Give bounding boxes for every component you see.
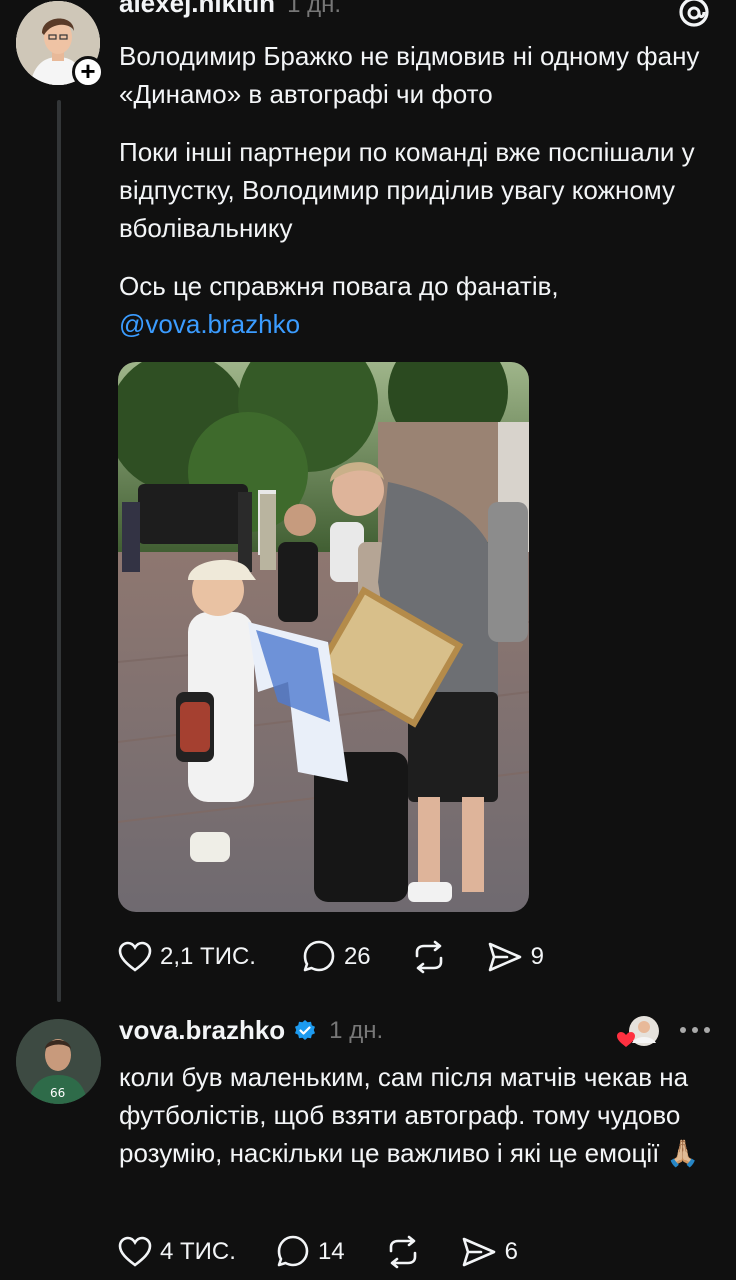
- thread-line: [57, 100, 61, 1002]
- post-body: Володимир Бражко не відмовив ні одному ф…: [119, 37, 719, 343]
- reply-username[interactable]: vova.brazhko: [119, 1015, 285, 1046]
- heart-icon: [118, 1236, 152, 1267]
- reply-repost-button[interactable]: [385, 1235, 421, 1269]
- threads-icon[interactable]: [676, 0, 712, 35]
- more-options-icon[interactable]: [678, 1018, 712, 1047]
- reply-actions: 4 ТИС. 14 6: [118, 1235, 558, 1269]
- comment-bubble-icon: [303, 940, 335, 972]
- reply-share-count: 6: [504, 1238, 518, 1265]
- reply-share-button[interactable]: 6: [461, 1236, 518, 1268]
- follow-plus-button[interactable]: +: [72, 56, 104, 88]
- like-count: 2,1 ТИС.: [160, 943, 256, 970]
- liked-by-author-indicator: [614, 1013, 662, 1051]
- reply-comment-button[interactable]: 14: [276, 1235, 345, 1269]
- send-icon: [462, 1237, 495, 1267]
- reply-text: коли був маленьким, сам після матчів чек…: [119, 1062, 689, 1168]
- reply-time: 1 дн.: [329, 1016, 384, 1044]
- verified-badge-icon: [295, 1019, 316, 1040]
- heart-icon: [118, 941, 152, 972]
- like-button[interactable]: 2,1 ТИС.: [118, 941, 256, 973]
- reply-like-count: 4 ТИС.: [160, 1238, 236, 1265]
- comment-count: 26: [343, 943, 371, 970]
- repost-icon: [415, 940, 442, 974]
- mention-link[interactable]: @vova.brazhko: [119, 309, 300, 339]
- post-header: alexej.nikitin 1 дн.: [119, 0, 341, 19]
- reply-like-button[interactable]: 4 ТИС.: [118, 1236, 236, 1268]
- comment-button[interactable]: 26: [302, 940, 371, 974]
- liked-heart-icon: [617, 1032, 635, 1047]
- svg-text:66: 66: [50, 1086, 65, 1100]
- share-button[interactable]: 9: [487, 941, 544, 973]
- send-icon: [488, 942, 521, 972]
- post-time: 1 дн.: [287, 0, 342, 18]
- reply-header: vova.brazhko 1 дн.: [119, 1015, 383, 1046]
- reply-avatar[interactable]: 66: [16, 1019, 101, 1104]
- share-count: 9: [530, 943, 545, 970]
- reply-comment-count: 14: [317, 1238, 345, 1265]
- pray-emoji: 🙏🏼: [666, 1138, 699, 1168]
- post-username[interactable]: alexej.nikitin: [119, 0, 275, 19]
- reply-body: коли був маленьким, сам після матчів чек…: [119, 1058, 719, 1172]
- post-actions: 2,1 ТИС. 26 9: [118, 940, 584, 974]
- post-paragraph: Поки інші партнери по команді вже поспіш…: [119, 137, 695, 243]
- post-photo[interactable]: [118, 362, 529, 912]
- repost-icon: [389, 1235, 416, 1269]
- post-paragraph: Ось це справжня повага до фанатів,: [119, 271, 559, 301]
- repost-button[interactable]: [411, 940, 447, 974]
- post-paragraph: Володимир Бражко не відмовив ні одному ф…: [119, 41, 700, 109]
- comment-bubble-icon: [277, 1235, 309, 1267]
